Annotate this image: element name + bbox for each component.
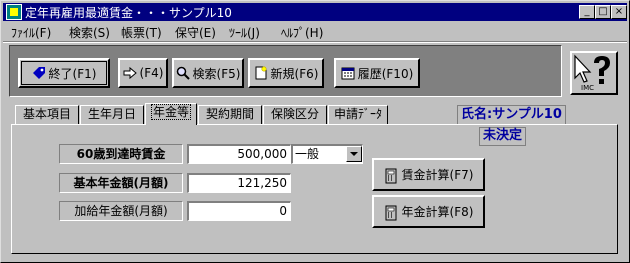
tab-insurance[interactable]: 保険区分 [263,105,327,124]
f4-label: (F4) [139,66,164,80]
tab-pension-label: 年金等 [150,104,191,120]
arrow-right-icon [123,66,137,80]
window-title: 定年再雇用最適賃金・・・サンプル10 [25,6,232,20]
menu-separator [3,41,627,43]
title-bar[interactable]: 定年再雇用最適賃金・・・サンプル10 _ □ × [3,3,627,21]
tab-birthdate[interactable]: 生年月日 [80,105,144,124]
maximize-button[interactable]: □ [595,5,611,19]
basic-pension-field[interactable]: 121,250 [187,173,291,193]
pension-calc-button[interactable]: 年金計算(F8) [372,195,485,228]
menu-maintenance[interactable]: 保守(E) [175,24,216,41]
additional-pension-field[interactable]: 0 [187,201,291,221]
wage-at-60-label: 60歳到達時賃金 [59,144,183,164]
close-button[interactable]: × [611,5,627,19]
menu-file[interactable]: ﾌｧｲﾙ(F) [11,24,51,41]
exit-label: 終了(F1) [48,66,97,81]
calculator-icon [384,205,398,220]
tab-pension[interactable]: 年金等 [145,103,197,125]
help-button[interactable]: IMC [570,51,618,95]
category-value: 一般 [295,147,320,161]
tag-icon [32,66,46,80]
wage-at-60-field[interactable]: 500,000 [187,144,291,164]
tab-application-data[interactable]: 申請ﾃﾞｰﾀ [328,105,388,124]
calendar-icon [341,66,355,80]
app-window: 定年再雇用最適賃金・・・サンプル10 _ □ × ﾌｧｲﾙ(F) 検索(S) 帳… [0,0,630,263]
new-document-icon [254,66,268,80]
menu-help[interactable]: ﾍﾙﾌﾟ(H) [281,24,323,41]
tab-basic[interactable]: 基本項目 [15,105,79,124]
wage-calc-label: 賃金計算(F7) [401,168,474,182]
search-label: 検索(F5) [192,66,241,81]
additional-pension-label: 加給年金額(月額) [59,201,183,221]
menu-tools[interactable]: ﾂｰﾙ(J) [229,24,260,41]
search-button[interactable]: 検索(F5) [172,58,244,88]
basic-pension-label: 基本年金額(月額) [59,173,183,193]
pension-calc-label: 年金計算(F8) [401,205,474,219]
help-pointer-icon: IMC [574,54,610,92]
magnifier-icon [176,66,190,80]
app-icon[interactable] [6,4,22,20]
exit-button[interactable]: 終了(F1) [18,58,110,88]
menu-bar: ﾌｧｲﾙ(F) 検索(S) 帳票(T) 保守(E) ﾂｰﾙ(J) ﾍﾙﾌﾟ(H) [3,22,627,40]
new-button[interactable]: 新規(F6) [248,58,324,88]
toolbar: 終了(F1) (F4) 検索(F5) 新規(F6) 履歴(F10) [9,45,562,97]
f4-button[interactable]: (F4) [118,58,168,88]
new-label: 新規(F6) [270,66,319,81]
tab-contract-period[interactable]: 契約期間 [198,105,262,124]
menu-search[interactable]: 検索(S) [69,24,110,41]
minimize-button[interactable]: _ [579,5,595,19]
status-badge: 未決定 [479,127,527,146]
calculator-icon [384,168,398,183]
wage-calc-button[interactable]: 賃金計算(F7) [372,158,485,191]
history-button[interactable]: 履歴(F10) [334,58,420,88]
history-label: 履歴(F10) [357,66,414,81]
help-logo-text: IMC [581,84,594,92]
employee-name-label: 氏名:サンプル10 [457,105,566,125]
category-select[interactable]: 一般 [291,144,363,164]
chevron-down-icon[interactable] [346,146,362,162]
menu-forms[interactable]: 帳票(T) [121,24,162,41]
